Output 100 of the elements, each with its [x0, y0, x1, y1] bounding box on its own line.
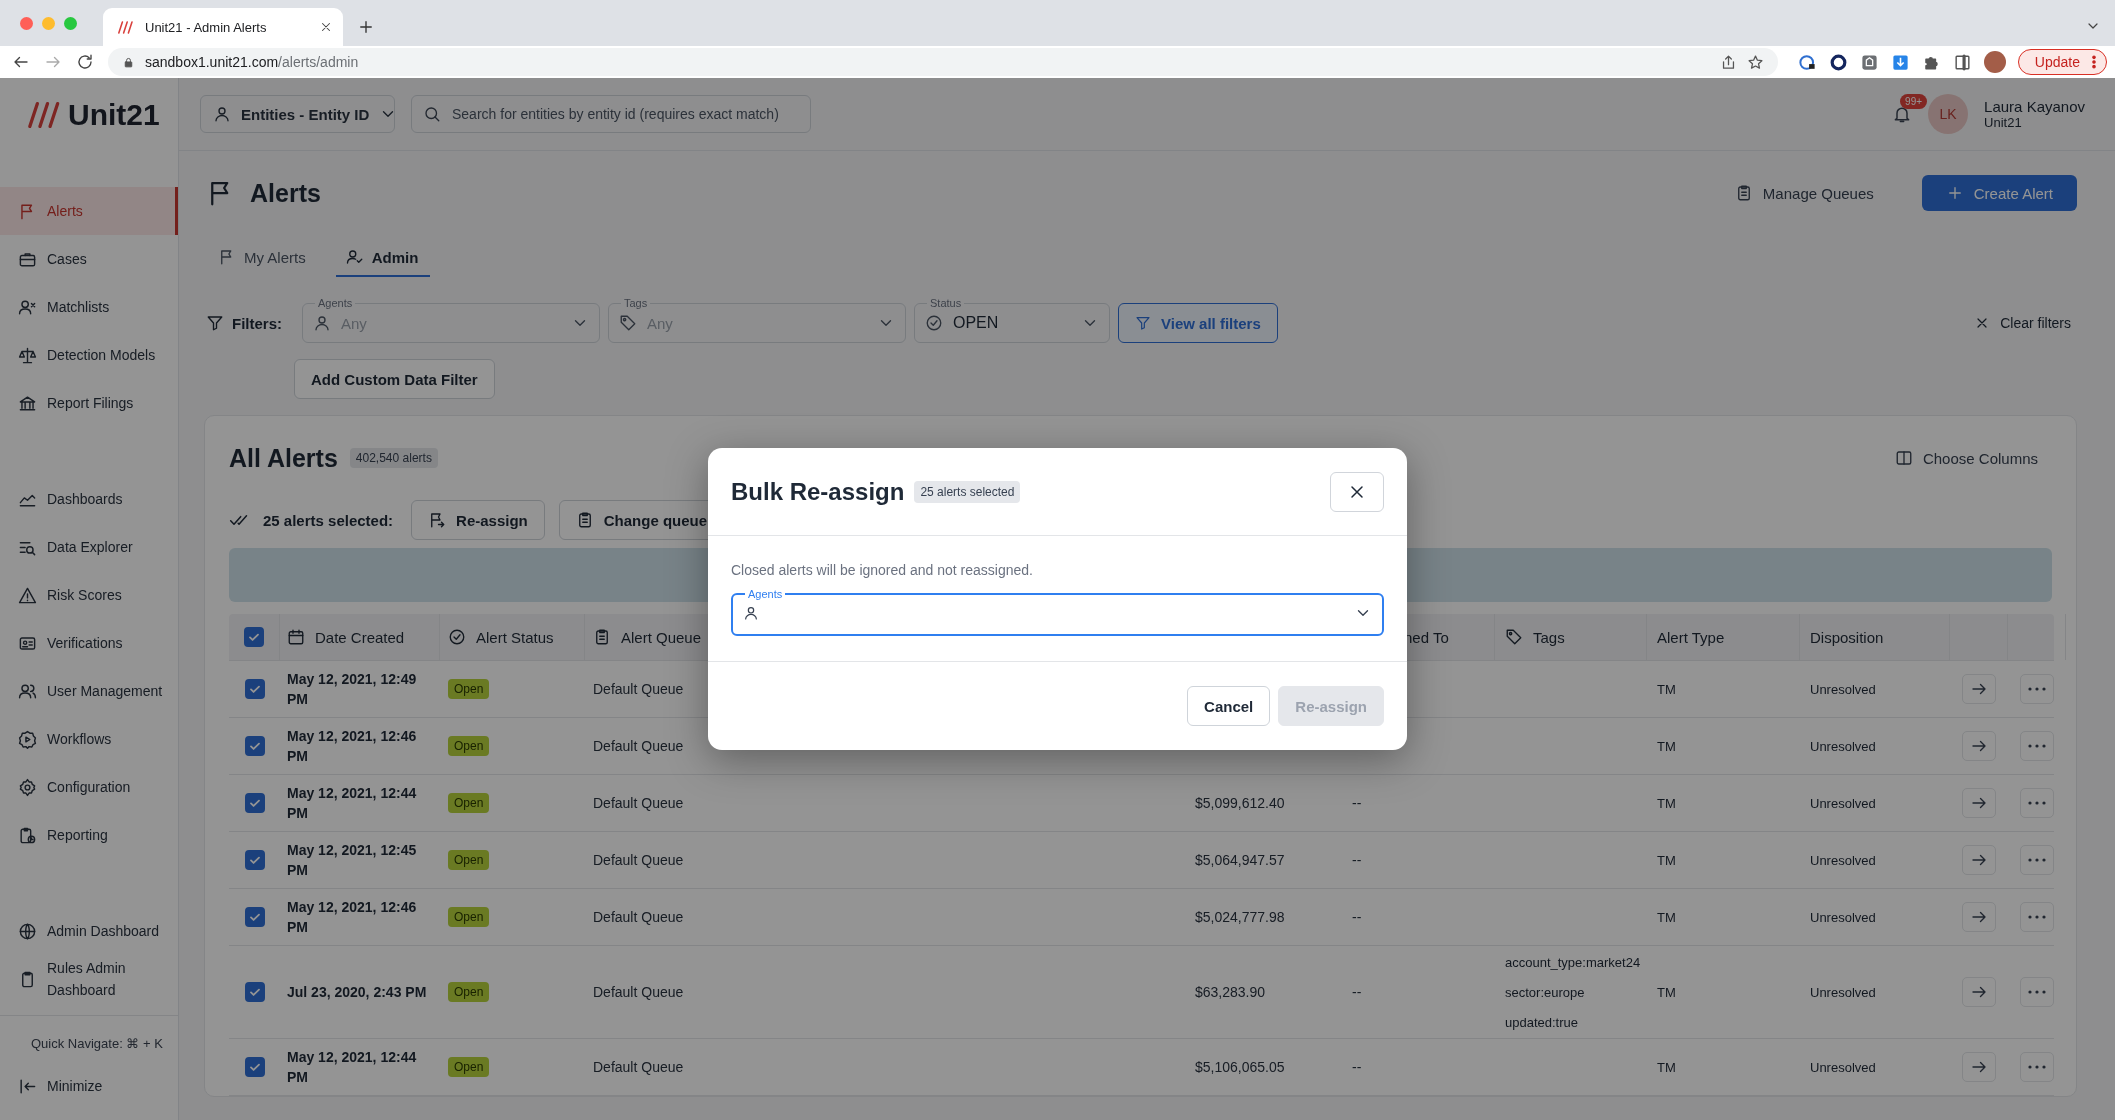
alert-type-cell: TM	[1657, 852, 1676, 868]
sidebar-item[interactable]: Dashboards	[0, 475, 178, 523]
row-checkbox[interactable]	[244, 736, 265, 756]
row-checkbox[interactable]	[244, 850, 265, 870]
gear-icon	[18, 729, 37, 749]
more-actions-button[interactable]	[2020, 731, 2054, 761]
sidebar-item[interactable]: Admin Dashboard	[0, 907, 178, 955]
add-filter-button[interactable]: Add Custom Data Filter	[294, 359, 495, 399]
gear-icon	[18, 777, 37, 797]
row-checkbox[interactable]	[244, 907, 265, 927]
entity-type-select[interactable]: Entities - Entity ID	[200, 95, 395, 133]
user-icon	[313, 314, 331, 332]
flag-arrow-icon	[428, 511, 447, 529]
search-field[interactable]: Search for entities by entity id (requires exact match)	[411, 95, 811, 133]
column-header[interactable]: Date Created	[287, 628, 405, 646]
browser-tab[interactable]: Unit21 - Admin Alerts	[103, 8, 343, 46]
column-header[interactable]: Alert Status	[448, 628, 554, 646]
disposition-cell: Unresolved	[1810, 795, 1876, 811]
view-all-filters-button[interactable]: View all filters	[1118, 303, 1278, 343]
open-alert-button[interactable]	[1962, 1052, 1996, 1082]
filter-icon	[206, 314, 224, 332]
more-actions-button[interactable]	[2020, 845, 2054, 875]
status-badge: Open	[448, 982, 490, 1002]
update-button[interactable]: Update	[2017, 49, 2107, 75]
sidebar-item[interactable]: Configuration	[0, 763, 178, 811]
assignee-cell: --	[1352, 1059, 1362, 1075]
sidebar-item[interactable]: Workflows	[0, 715, 178, 763]
clear-filters-button[interactable]: Clear filters	[1968, 303, 2077, 343]
download-icon[interactable]	[1890, 52, 1910, 72]
minimize-button[interactable]: Minimize	[0, 1062, 178, 1110]
more-icon	[2028, 858, 2046, 862]
profile-avatar[interactable]	[1983, 51, 2006, 73]
side-panel-icon	[1952, 52, 1972, 72]
open-alert-button[interactable]	[1962, 788, 1996, 818]
more-actions-button[interactable]	[2020, 1052, 2054, 1082]
bulk-action-button[interactable]: Re-assign	[411, 500, 545, 540]
status-badge: Open	[448, 907, 490, 927]
column-header[interactable]: Alert Queue	[593, 628, 702, 646]
notification-count: 99+	[1900, 94, 1928, 109]
more-actions-button[interactable]	[2020, 674, 2054, 704]
user-name: Laura Kayanov	[1984, 98, 2085, 115]
disposition-cell: Unresolved	[1810, 984, 1876, 1000]
more-icon	[2028, 801, 2046, 805]
sidebar-item[interactable]: Detection Models	[0, 331, 178, 379]
tab[interactable]: Admin	[335, 239, 431, 277]
queue-cell: Default Queue	[593, 852, 684, 868]
sidebar-item[interactable]: Cases	[0, 235, 178, 283]
queue-cell: Default Queue	[593, 738, 684, 754]
sidebar-item[interactable]: Verifications	[0, 619, 178, 667]
page-title: Alerts	[250, 178, 321, 208]
sidebar-item[interactable]: Alerts	[0, 187, 178, 235]
column-header[interactable]: Alert Type	[1657, 628, 1725, 646]
row-checkbox[interactable]	[244, 793, 265, 813]
disposition-cell: Unresolved	[1810, 681, 1876, 697]
open-alert-button[interactable]	[1962, 845, 1996, 875]
create-alert-button[interactable]: Create Alert	[1921, 175, 2077, 211]
cancel-button[interactable]: Cancel	[1187, 686, 1271, 726]
select-all-checkbox[interactable]	[244, 627, 264, 647]
sidebar-item[interactable]: Reporting	[0, 811, 178, 859]
manage-queues-button[interactable]: Manage Queues	[1720, 175, 1888, 211]
open-alert-button[interactable]	[1962, 731, 1996, 761]
tab[interactable]: My Alerts	[218, 239, 318, 277]
window-control[interactable]	[20, 16, 33, 30]
organization-name: Unit21	[1984, 115, 2023, 130]
sidebar-item[interactable]: Matchlists	[0, 283, 178, 331]
close-button[interactable]	[1330, 471, 1384, 512]
globe-icon	[18, 921, 37, 941]
row-checkbox[interactable]	[244, 982, 265, 1002]
columns-icon	[1894, 449, 1913, 467]
choose-columns-button[interactable]: Choose Columns	[1880, 440, 2052, 476]
new-tab-icon	[357, 18, 375, 36]
sidebar-item[interactable]: User Management	[0, 667, 178, 715]
user-check-icon	[345, 248, 364, 266]
status-filter[interactable]: Status OPEN	[914, 297, 1110, 343]
extension-icon[interactable]	[1797, 52, 1817, 72]
sidebar-item[interactable]: Risk Scores	[0, 571, 178, 619]
column-header[interactable]: Disposition	[1810, 628, 1884, 646]
count-badge: 402,540 alerts	[349, 448, 438, 468]
sidebar-item[interactable]: Data Explorer	[0, 523, 178, 571]
alert-type-cell: TM	[1657, 909, 1676, 925]
amount-cell: $5,024,777.98	[1195, 909, 1285, 925]
date-cell-text: May 12, 2021, 12:49 PM	[287, 670, 418, 709]
more-actions-button[interactable]	[2020, 902, 2054, 932]
row-checkbox[interactable]	[244, 679, 265, 699]
open-alert-button[interactable]	[1962, 902, 1996, 932]
sidebar-item[interactable]: Rules Admin Dashboard	[0, 955, 178, 1003]
open-alert-button[interactable]	[1962, 977, 1996, 1007]
column-header[interactable]: Tags	[1505, 628, 1565, 646]
extension-icon[interactable]	[1828, 52, 1848, 72]
status-badge: Open	[448, 793, 490, 813]
sidebar-item[interactable]: Report Filings	[0, 379, 178, 427]
agents-select[interactable]: Agents	[731, 588, 1384, 636]
address-bar[interactable]: sandbox1.unit21.com/alerts/admin	[108, 48, 1778, 76]
disposition-cell: Unresolved	[1810, 852, 1876, 868]
more-actions-button[interactable]	[2020, 788, 2054, 818]
row-checkbox[interactable]	[244, 1057, 265, 1077]
more-icon	[2028, 687, 2046, 691]
url-text: sandbox1.unit21.com/alerts/admin	[145, 54, 359, 70]
open-alert-button[interactable]	[1962, 674, 1996, 704]
more-actions-button[interactable]	[2020, 977, 2054, 1007]
